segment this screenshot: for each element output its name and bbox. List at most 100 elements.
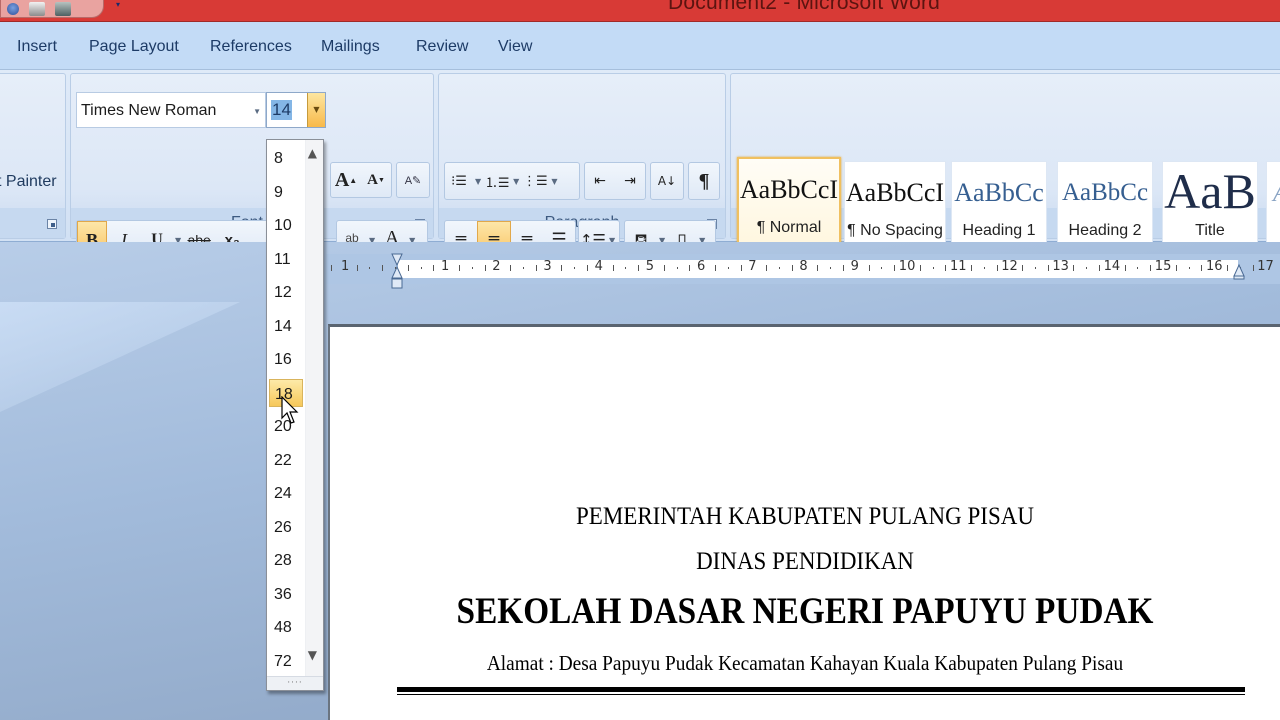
style-preview: AaB <box>1164 163 1256 219</box>
ruler-tick <box>356 265 358 271</box>
letterhead-school-name[interactable]: SEKOLAH DASAR NEGERI PAPUYU PUDAK <box>378 590 1233 633</box>
font-size-option[interactable]: 12 <box>269 278 303 306</box>
bullets-dropdown-icon[interactable]: ▼ <box>475 177 481 186</box>
font-size-option[interactable]: 48 <box>269 613 303 641</box>
ruler-tick <box>625 267 627 269</box>
font-size-value[interactable]: 14 <box>271 100 292 120</box>
ruler-tick <box>612 265 614 271</box>
ruler-tick <box>535 265 537 271</box>
save-icon[interactable] <box>29 1 45 16</box>
ruler-tick <box>1035 267 1036 269</box>
font-size-option[interactable]: 14 <box>269 312 303 340</box>
tab-view[interactable]: View <box>498 38 532 56</box>
ruler-tick <box>382 265 384 271</box>
grow-font-button[interactable]: A ▲ <box>331 163 361 197</box>
font-size-combobox[interactable]: 14 ▼ <box>266 92 326 128</box>
font-size-option[interactable]: 28 <box>269 546 303 574</box>
clipboard-dialog-launcher-icon[interactable] <box>47 219 57 229</box>
decrease-indent-icon[interactable]: ⇤ <box>585 163 615 199</box>
ruler-tick <box>932 267 934 269</box>
ruler-tick <box>919 265 921 271</box>
sort-button[interactable]: A↓ <box>650 162 684 200</box>
dropdown-scrollbar[interactable] <box>305 140 323 676</box>
list-buttons: ⁝☰ ▼ ⒈☰ ▼ ⋮☰ ▼ <box>444 162 580 200</box>
ruler-label: 9 <box>850 259 859 274</box>
ruler-tick <box>369 267 371 269</box>
ruler-tick <box>420 267 422 269</box>
right-indent-marker-icon[interactable] <box>1233 262 1245 280</box>
indent-marker-icon[interactable] <box>391 252 403 292</box>
style-name: Title <box>1195 222 1225 239</box>
style-name: Heading 2 <box>1068 222 1142 239</box>
tab-page-layout[interactable]: Page Layout <box>89 38 179 56</box>
letterhead-government[interactable]: PEMERINTAH KABUPATEN PULANG PISAU <box>368 503 1242 531</box>
format-painter-button[interactable]: t Painter <box>0 173 57 191</box>
print-preview-icon[interactable] <box>55 1 71 16</box>
style-name: ¶ Normal <box>756 219 822 236</box>
ruler-tick <box>727 267 729 269</box>
grow-shrink-font-box: A ▲ A ▼ <box>330 162 392 198</box>
ruler-tick <box>1201 265 1203 271</box>
shrink-font-button[interactable]: A ▼ <box>361 163 391 197</box>
tab-references[interactable]: References <box>210 38 292 56</box>
tab-insert[interactable]: Insert <box>17 38 57 56</box>
ruler-tick <box>331 265 332 271</box>
font-name-combobox[interactable]: Times New Roman ▼ <box>76 92 266 128</box>
ruler-tick <box>1227 265 1228 271</box>
ruler-tick <box>1150 265 1152 271</box>
resize-grip[interactable]: ···· <box>267 676 323 690</box>
font-size-option[interactable]: 22 <box>269 446 303 474</box>
show-hide-marks-button[interactable]: ¶ <box>688 162 720 200</box>
ribbon-tabs: Insert Page Layout References Mailings R… <box>0 22 1280 70</box>
font-size-option[interactable]: 26 <box>269 513 303 541</box>
multilevel-dropdown-icon[interactable]: ▼ <box>551 177 557 186</box>
ruler-tick <box>1188 267 1190 269</box>
bullets-icon[interactable]: ⁝☰ <box>445 163 473 199</box>
font-size-dropdown-arrow-icon[interactable]: ▼ <box>307 93 325 127</box>
ruler-tick <box>523 267 524 269</box>
ruler-label: 7 <box>748 259 757 274</box>
font-size-option[interactable]: 24 <box>269 479 303 507</box>
multilevel-list-icon[interactable]: ⋮☰ <box>521 163 549 199</box>
style-preview: AaBbCc <box>954 178 1044 207</box>
style-normal[interactable]: AaBbCcI ¶ Normal <box>737 157 841 255</box>
ruler-tick <box>1252 265 1254 271</box>
font-size-option[interactable]: 11 <box>269 245 303 273</box>
ruler-tick <box>791 265 793 271</box>
ruler-tick <box>945 265 947 271</box>
ruler-tick <box>766 265 768 271</box>
letterhead-department[interactable]: DINAS PENDIDIKAN <box>368 548 1242 576</box>
document-page[interactable]: PEMERINTAH KABUPATEN PULANG PISAU DINAS … <box>328 324 1280 720</box>
tab-mailings[interactable]: Mailings <box>321 38 380 56</box>
scroll-down-icon[interactable]: ▼ <box>308 648 317 662</box>
ruler-tick <box>561 265 563 271</box>
ruler-label: 6 <box>697 259 706 274</box>
font-size-option[interactable]: 72 <box>269 647 303 675</box>
font-size-option[interactable]: 9 <box>269 178 303 206</box>
ruler-tick <box>1099 265 1100 271</box>
horizontal-ruler[interactable]: 1 1 2 3 4 5 6 7 8 9 10 11 12 13 14 15 16 17 <box>326 254 1280 284</box>
font-size-option[interactable]: 8 <box>269 144 303 172</box>
letterhead-divider-thick <box>397 687 1245 692</box>
chevron-down-icon[interactable]: ▼ <box>253 107 261 116</box>
increase-indent-icon[interactable]: ⇥ <box>615 163 645 199</box>
font-size-option[interactable]: 36 <box>269 580 303 608</box>
ruler-tick <box>1073 265 1075 271</box>
font-size-option[interactable]: 16 <box>269 345 303 373</box>
scroll-up-icon[interactable]: ▲ <box>308 146 317 160</box>
ruler-label: 14 <box>1103 259 1121 274</box>
mouse-cursor-icon <box>281 396 299 424</box>
clear-formatting-button[interactable]: A✎ <box>396 162 430 198</box>
office-button-icon[interactable] <box>7 2 19 15</box>
tab-review[interactable]: Review <box>416 38 468 56</box>
numbering-icon[interactable]: ⒈☰ <box>483 163 511 199</box>
letterhead-address[interactable]: Alamat : Desa Papuyu Pudak Kecamatan Kah… <box>368 651 1242 676</box>
window-title: Document2 - Microsoft Word <box>668 0 941 14</box>
ruler-label: 17 <box>1257 259 1274 274</box>
style-preview: A <box>1267 162 1280 222</box>
numbering-dropdown-icon[interactable]: ▼ <box>513 177 519 186</box>
clipboard-group: t Painter <box>0 73 66 239</box>
ruler-label: 1 <box>441 259 450 274</box>
customize-qat-icon[interactable]: ▾ <box>116 0 124 10</box>
font-size-option[interactable]: 10 <box>269 211 303 239</box>
